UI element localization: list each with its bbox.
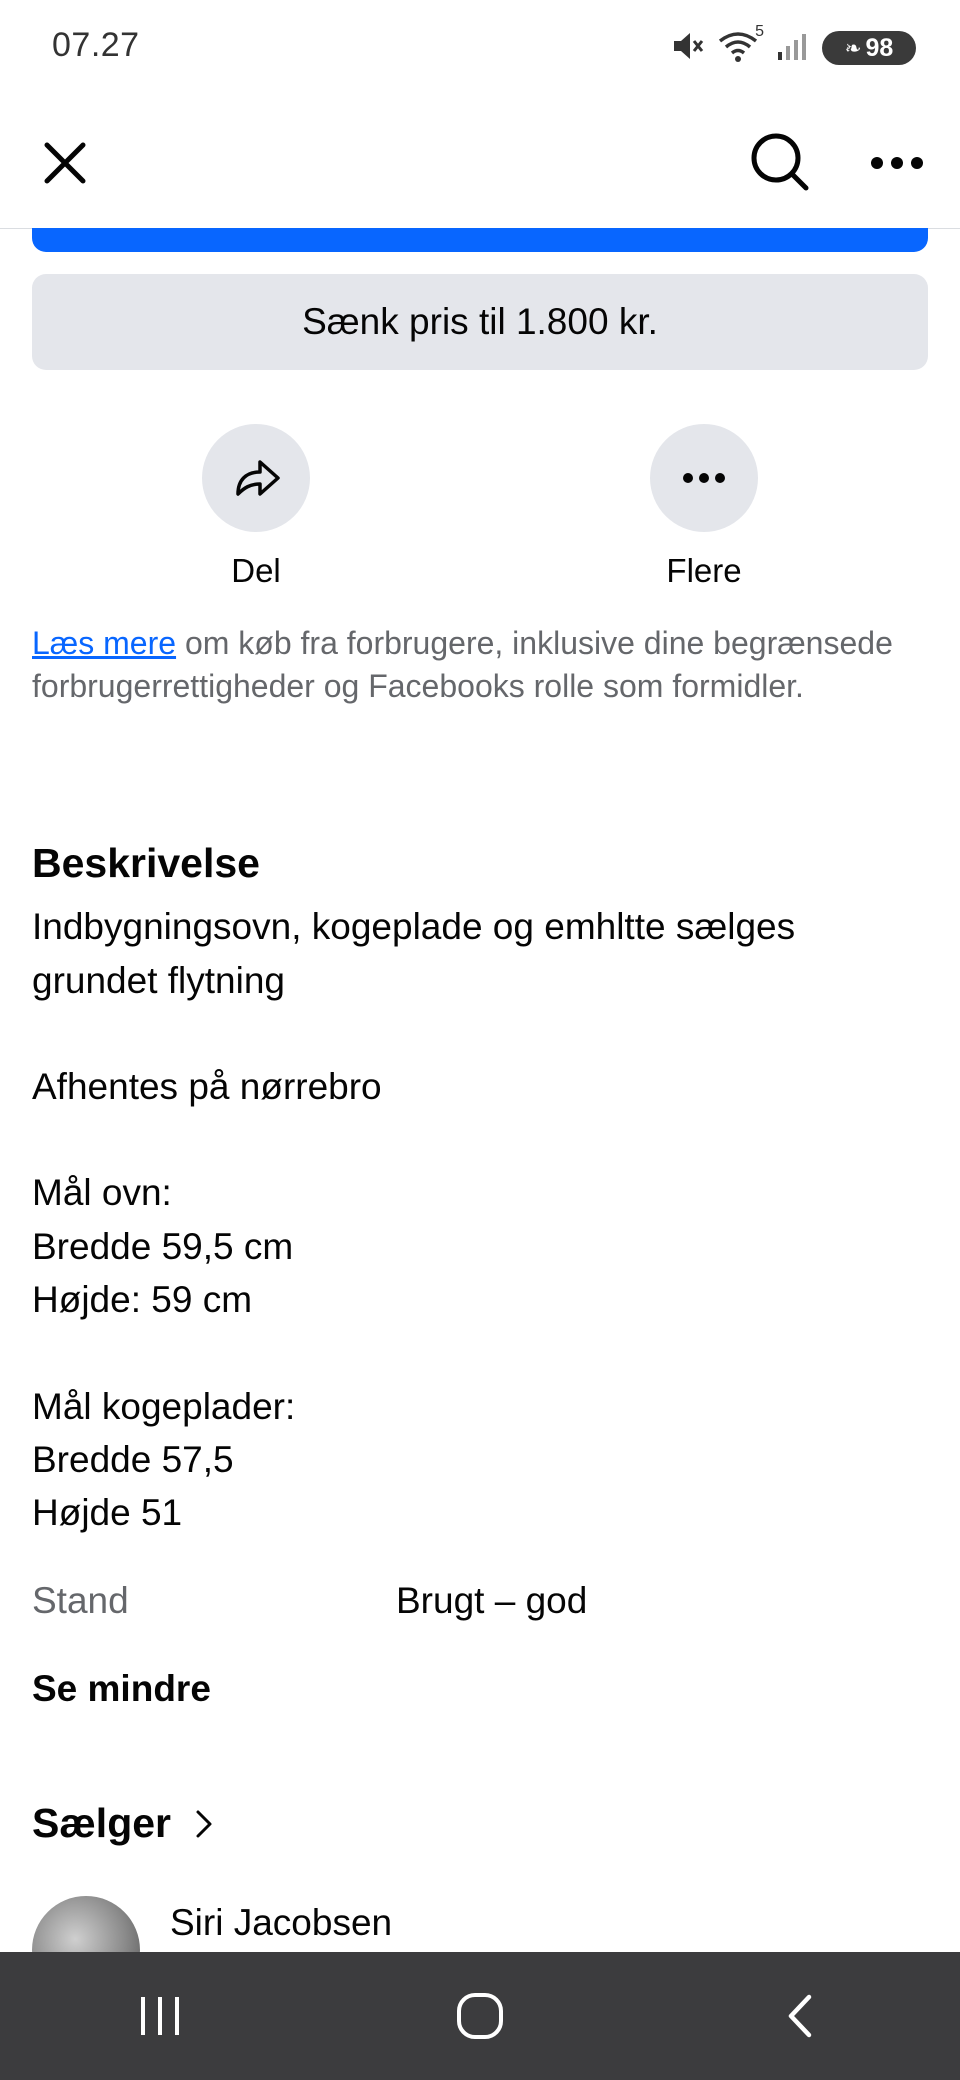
description-line: Højde 51: [32, 1492, 183, 1533]
top-nav: [0, 100, 960, 229]
chevron-right-icon: [196, 1810, 212, 1837]
more-label: Flere: [666, 552, 742, 589]
seller-heading: Sælger: [32, 1800, 171, 1846]
close-icon: [44, 142, 86, 184]
battery-level: 98: [865, 33, 894, 62]
more-horizontal-icon: [871, 157, 923, 169]
share-icon: [236, 460, 280, 496]
back-icon: [788, 1994, 812, 2038]
search-icon: [751, 133, 809, 191]
battery-saver-icon: ❧: [844, 37, 862, 60]
back-button[interactable]: [740, 1966, 860, 2066]
description-line: Mål ovn:: [32, 1172, 172, 1213]
see-less-link[interactable]: Se mindre: [32, 1668, 211, 1710]
more-button[interactable]: [650, 424, 758, 532]
read-more-link[interactable]: Læs mere: [32, 625, 176, 661]
seller-header[interactable]: Sælger: [32, 1800, 215, 1847]
share-action[interactable]: Del: [156, 424, 356, 590]
more-action[interactable]: Flere: [604, 424, 804, 590]
condition-label: Stand: [32, 1580, 129, 1621]
home-icon: [457, 1993, 503, 2039]
description-line: Bredde 57,5: [32, 1439, 234, 1480]
lower-price-button[interactable]: Sænk pris til 1.800 kr.: [32, 274, 928, 370]
signal-icon: [776, 30, 808, 67]
status-icons: 5 ❧ 98: [670, 23, 916, 68]
description-line: Indbygningsovn, kogeplade og emhltte sæl…: [32, 906, 796, 947]
home-button[interactable]: [420, 1966, 540, 2066]
search-button[interactable]: [742, 124, 818, 200]
more-horizontal-icon: [683, 473, 725, 483]
consumer-info-text: Læs mere om køb fra forbrugere, inklusiv…: [32, 622, 932, 708]
close-button[interactable]: [30, 128, 100, 198]
description-line: Afhentes på nørrebro: [32, 1066, 382, 1107]
wifi-icon: 5: [718, 23, 764, 68]
wifi-badge: 5: [755, 22, 764, 40]
system-nav-bar: [0, 1952, 960, 2080]
seller-name[interactable]: Siri Jacobsen: [170, 1902, 392, 1944]
battery-indicator: ❧ 98: [822, 31, 916, 65]
mute-icon: [670, 29, 704, 68]
recent-apps-icon: [141, 1997, 179, 2035]
status-time: 07.27: [52, 26, 140, 64]
description-line: Mål kogeplader:: [32, 1386, 296, 1427]
more-options-button[interactable]: [862, 128, 932, 198]
share-label: Del: [231, 552, 281, 589]
description-line: grundet flytning: [32, 960, 286, 1001]
share-button[interactable]: [202, 424, 310, 532]
primary-action-button[interactable]: [32, 228, 928, 252]
description-line: Højde: 59 cm: [32, 1279, 253, 1320]
description-heading: Beskrivelse: [32, 840, 260, 886]
description-line: Bredde 59,5 cm: [32, 1226, 294, 1267]
recent-apps-button[interactable]: [100, 1966, 220, 2066]
condition-value: Brugt – god: [396, 1580, 588, 1621]
